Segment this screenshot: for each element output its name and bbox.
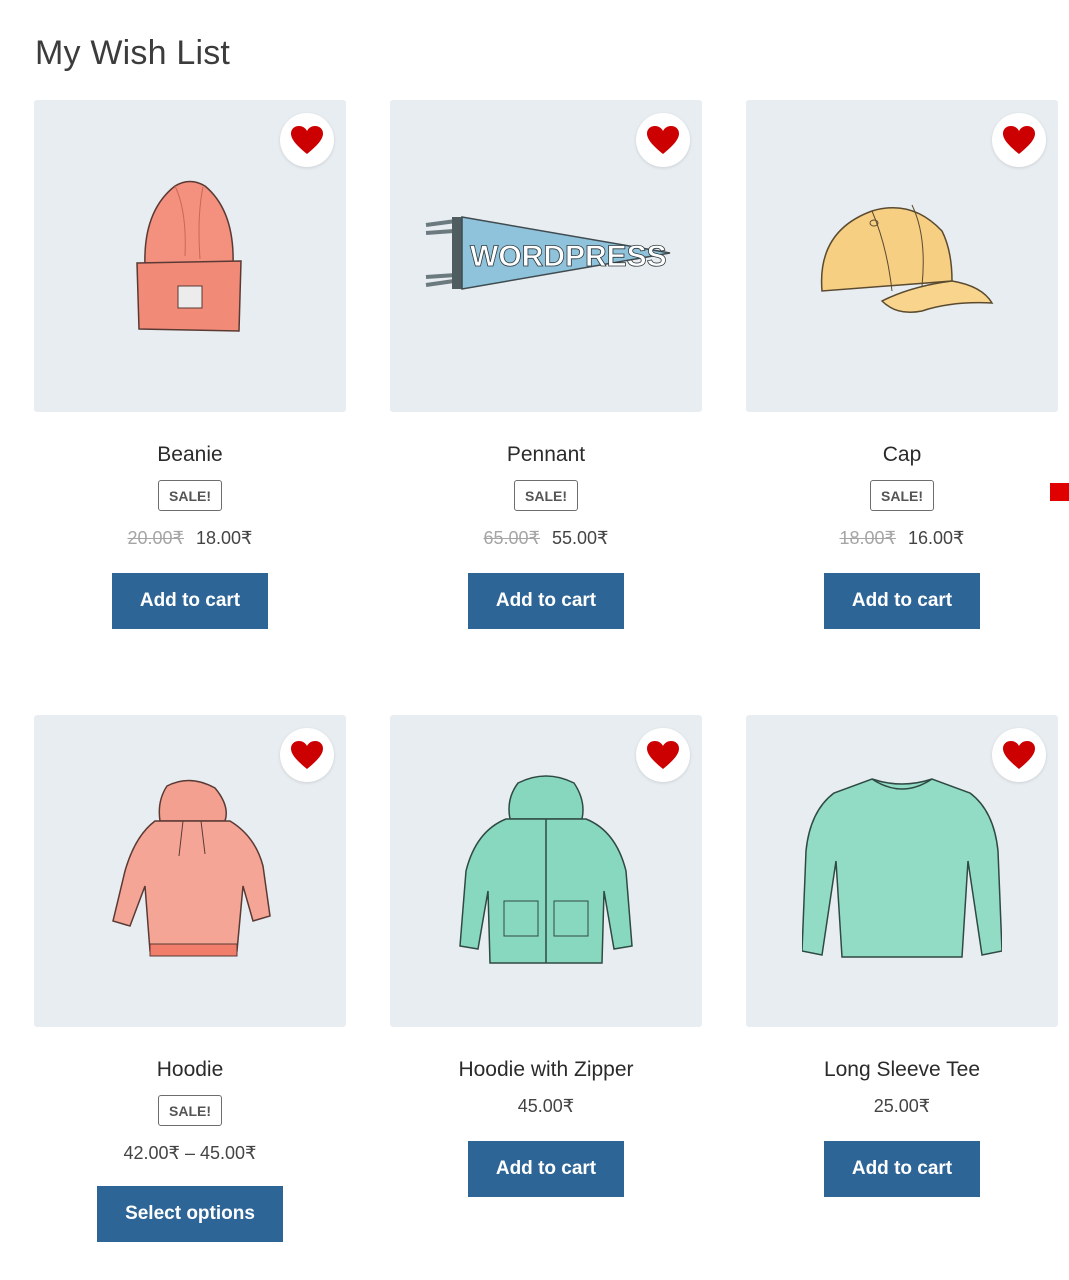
wishlist-heart-button[interactable] — [636, 728, 690, 782]
regular-price: 20.00₹ — [127, 528, 185, 548]
product-card: Long Sleeve Tee 25.00₹ Add to cart — [746, 715, 1058, 1275]
pennant-image: WORDPRESS — [425, 216, 671, 290]
product-card: Beanie SALE! 20.00₹ 18.00₹ Add to cart — [34, 100, 346, 715]
product-title[interactable]: Hoodie — [34, 1057, 346, 1083]
long-sleeve-tee-image — [802, 778, 1002, 958]
product-thumbnail[interactable]: WORDPRESS — [390, 100, 702, 412]
product-thumbnail[interactable] — [34, 715, 346, 1027]
product-title[interactable]: Pennant — [390, 442, 702, 468]
add-to-cart-button[interactable]: Add to cart — [823, 573, 981, 629]
sale-badge: SALE! — [514, 480, 578, 511]
add-to-cart-button[interactable]: Add to cart — [111, 573, 269, 629]
regular-price: 65.00₹ — [483, 528, 541, 548]
hoodie-zipper-image — [459, 775, 633, 964]
wishlist-heart-button[interactable] — [280, 113, 334, 167]
product-title[interactable]: Beanie — [34, 442, 346, 468]
product-price: 25.00₹ — [873, 1096, 931, 1116]
product-card: Hoodie with Zipper 45.00₹ Add to cart — [390, 715, 702, 1275]
product-thumbnail[interactable] — [746, 715, 1058, 1027]
heart-icon — [647, 126, 679, 154]
sale-badge: SALE! — [158, 1095, 222, 1126]
wishlist-heart-button[interactable] — [280, 728, 334, 782]
heart-icon — [291, 741, 323, 769]
add-to-cart-button[interactable]: Add to cart — [823, 1141, 981, 1197]
red-marker — [1050, 483, 1069, 501]
sale-badge: SALE! — [870, 480, 934, 511]
product-thumbnail[interactable] — [34, 100, 346, 412]
regular-price: 18.00₹ — [839, 528, 897, 548]
hoodie-image — [112, 779, 271, 957]
product-price: 42.00₹ – 45.00₹ — [123, 1143, 257, 1163]
product-thumbnail[interactable] — [746, 100, 1058, 412]
sale-badge: SALE! — [158, 480, 222, 511]
wishlist-heart-button[interactable] — [992, 728, 1046, 782]
product-title[interactable]: Cap — [746, 442, 1058, 468]
product-thumbnail[interactable] — [390, 715, 702, 1027]
product-price: 20.00₹ 18.00₹ — [34, 527, 346, 549]
product-price: 65.00₹ 55.00₹ — [390, 527, 702, 549]
product-card: Cap SALE! 18.00₹ 16.00₹ Add to cart — [746, 100, 1058, 715]
product-price: 18.00₹ 16.00₹ — [746, 527, 1058, 549]
heart-icon — [1003, 741, 1035, 769]
product-title[interactable]: Long Sleeve Tee — [746, 1057, 1058, 1083]
cap-image — [820, 204, 994, 313]
sale-price: 55.00₹ — [552, 528, 609, 548]
select-options-button[interactable]: Select options — [97, 1186, 283, 1242]
heart-icon — [647, 741, 679, 769]
heart-icon — [291, 126, 323, 154]
beanie-image — [136, 180, 242, 332]
product-price: 45.00₹ — [517, 1096, 575, 1116]
sale-price: 18.00₹ — [196, 528, 253, 548]
wishlist-heart-button[interactable] — [992, 113, 1046, 167]
add-to-cart-button[interactable]: Add to cart — [467, 1141, 625, 1197]
heart-icon — [1003, 126, 1035, 154]
add-to-cart-button[interactable]: Add to cart — [467, 573, 625, 629]
product-card: WORDPRESS Pennant SALE! 65.00₹ 55.00₹ Add… — [390, 100, 702, 715]
pennant-text: WORDPRESS — [470, 240, 667, 273]
sale-price: 16.00₹ — [908, 528, 965, 548]
page-title: My Wish List — [35, 34, 231, 72]
product-card: Hoodie SALE! 42.00₹ – 45.00₹ Select opti… — [34, 715, 346, 1275]
wishlist-heart-button[interactable] — [636, 113, 690, 167]
product-title[interactable]: Hoodie with Zipper — [390, 1057, 702, 1083]
product-grid: Beanie SALE! 20.00₹ 18.00₹ Add to cart WO… — [34, 100, 1058, 1275]
wishlist-page: My Wish List Beanie SALE! 20.00₹ 18.00₹ … — [0, 0, 1069, 1280]
